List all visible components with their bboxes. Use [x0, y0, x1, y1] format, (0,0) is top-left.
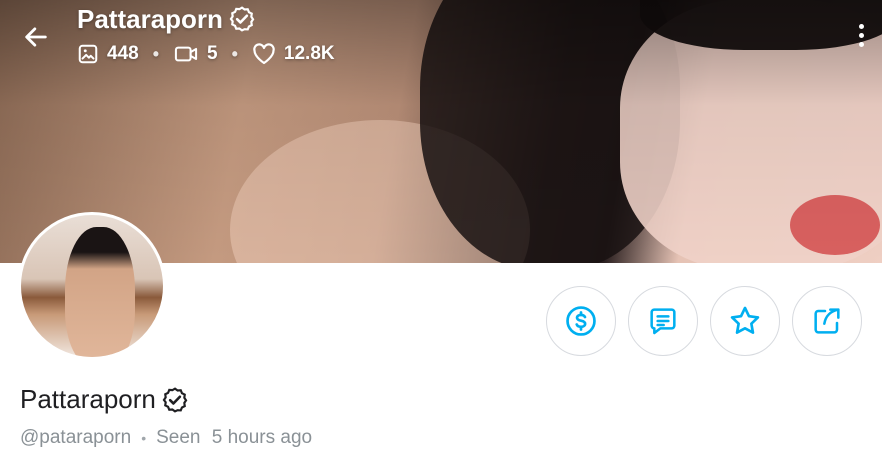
last-seen: Seen 5 hours ago: [156, 427, 312, 449]
vertical-dots-icon: [858, 23, 864, 29]
dollar-circle-icon: [566, 306, 596, 336]
likes-count: 12.8K: [283, 43, 335, 64]
share-icon: [814, 308, 840, 334]
photos-stat[interactable]: 448: [77, 43, 139, 65]
profile-name: Pattaraporn: [20, 384, 188, 415]
likes-stat: 12.8K: [252, 43, 335, 65]
video-camera-icon: [174, 46, 198, 62]
verified-badge-icon: [229, 6, 255, 32]
send-tip-button[interactable]: [546, 286, 616, 356]
arrow-left-icon: [25, 27, 47, 47]
meta-separator: •: [141, 430, 147, 446]
header-name-text: Pattaraporn: [77, 3, 223, 34]
verified-badge-icon: [162, 386, 188, 413]
header-title: Pattaraporn: [77, 3, 255, 35]
stats-separator: •: [231, 43, 238, 64]
username: @pataraporn: [20, 427, 132, 448]
share-button[interactable]: [792, 286, 862, 356]
message-icon: [650, 308, 676, 335]
back-button[interactable]: [16, 17, 56, 57]
videos-stat[interactable]: 5: [173, 43, 218, 65]
heart-icon: [253, 43, 275, 65]
photos-count: 448: [107, 43, 139, 64]
avatar[interactable]: [18, 212, 166, 360]
stats-separator: •: [152, 43, 160, 64]
image-icon: [78, 44, 98, 64]
seen-time: 5 hours ago: [211, 427, 313, 448]
add-to-favorites-button[interactable]: [710, 286, 780, 356]
header-stats: 448 • 5 • 12.8K: [77, 40, 335, 68]
videos-count: 5: [207, 43, 218, 64]
message-button[interactable]: [628, 286, 698, 356]
seen-label: Seen: [156, 427, 201, 448]
display-name: Pattaraporn: [20, 384, 156, 414]
star-icon: [730, 306, 760, 334]
profile-actions: [546, 286, 862, 356]
more-options-button[interactable]: [846, 18, 876, 52]
profile-meta: @pataraporn • Seen 5 hours ago: [20, 427, 312, 449]
